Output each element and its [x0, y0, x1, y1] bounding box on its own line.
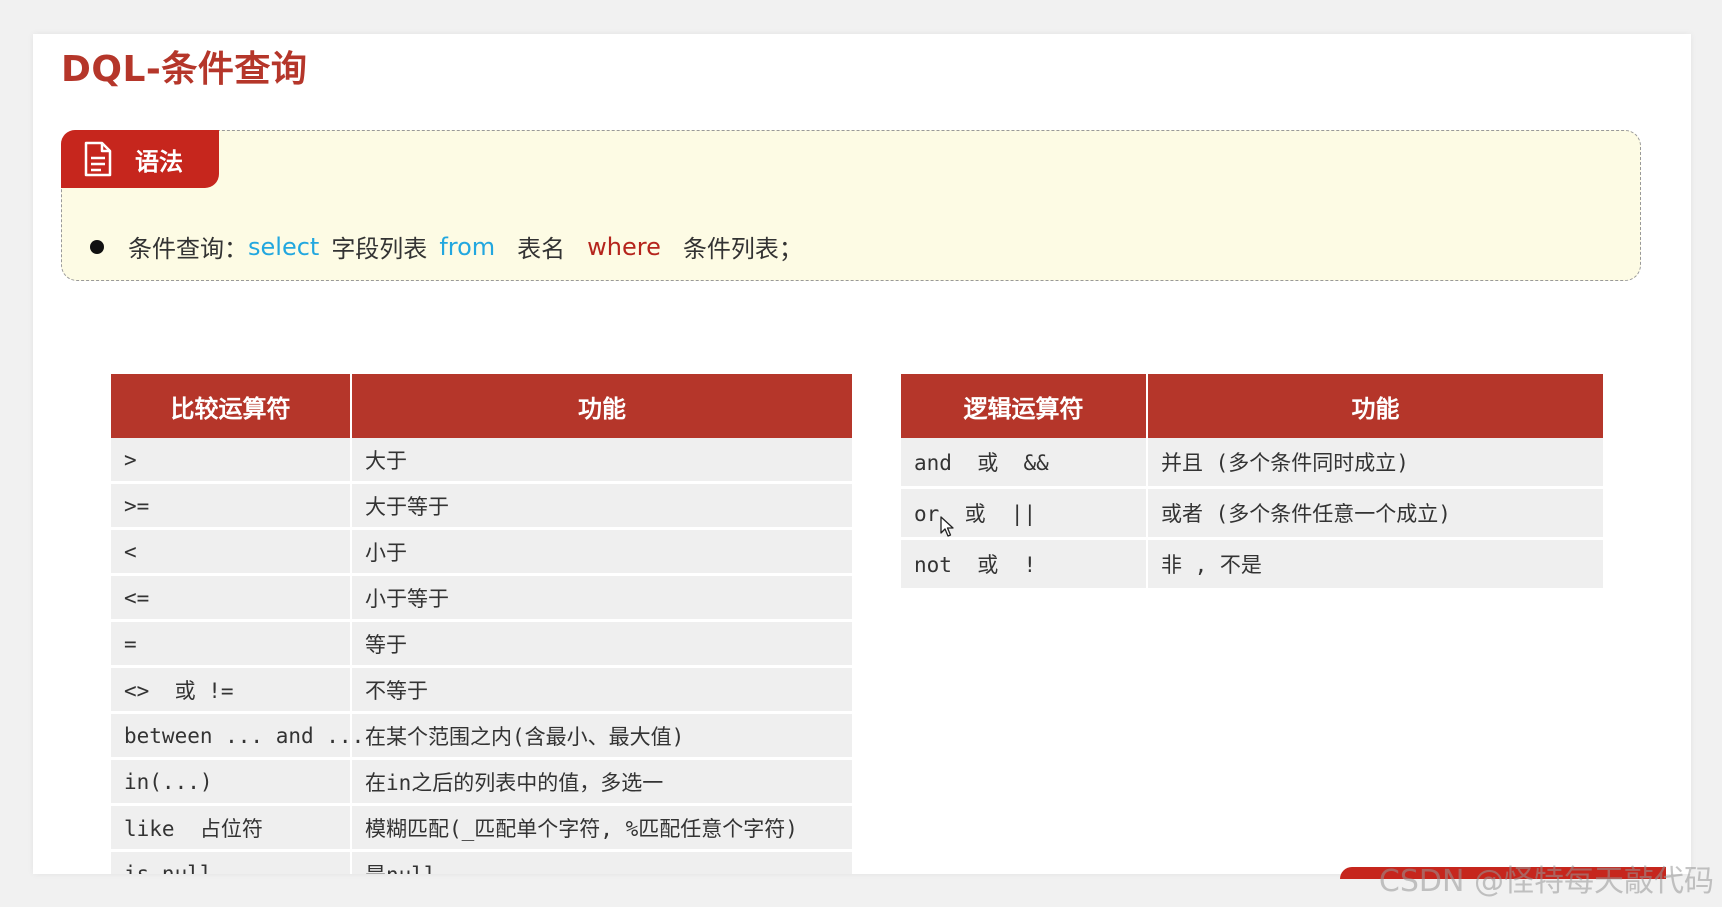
header-logical-operator: 逻辑运算符 [901, 374, 1148, 438]
function-cell: 不等于 [351, 666, 852, 714]
comparison-operators-table: 比较运算符 功能 > 大于 >= 大于等于 < 小于 <= 小于等于 = 等于 <> 或 … [111, 374, 852, 874]
keyword-where: where [587, 232, 661, 261]
table-row: or 或 || 或者 (多个条件任意一个成立) [901, 487, 1603, 540]
table-row: like 占位符 模糊匹配(_匹配单个字符, %匹配任意个字符) [111, 804, 852, 852]
table-header-row: 比较运算符 功能 [111, 374, 852, 438]
function-cell: 并且 (多个条件同时成立) [1147, 438, 1603, 489]
table-row: < 小于 [111, 528, 852, 576]
slide: DQL-条件查询 语法 条件查询： select 字段列表 from 表名 wh… [33, 34, 1691, 874]
function-cell: 等于 [351, 620, 852, 668]
operator-cell: < [111, 528, 352, 576]
operator-cell: or 或 || [901, 487, 1148, 540]
table-row: between ... and ... 在某个范围之内(含最小、最大值) [111, 712, 852, 760]
operator-cell: <= [111, 574, 352, 622]
document-icon [84, 141, 112, 177]
function-cell: 大于等于 [351, 482, 852, 530]
header-function: 功能 [351, 374, 852, 438]
syntax-conditions: 条件列表； [682, 235, 803, 263]
function-cell: 在某个范围之内(含最小、最大值) [351, 712, 852, 760]
syntax-tag-label: 语法 [135, 147, 183, 176]
function-cell: 小于 [351, 528, 852, 576]
function-cell: 在in之后的列表中的值，多选一 [351, 758, 852, 806]
operator-cell: > [111, 438, 352, 484]
table-row: <= 小于等于 [111, 574, 852, 622]
operator-cell: not 或 ! [901, 538, 1148, 591]
table-row: >= 大于等于 [111, 482, 852, 530]
header-function: 功能 [1147, 374, 1603, 438]
syntax-prefix: 条件查询： [128, 235, 248, 263]
syntax-tag: 语法 [61, 130, 219, 188]
syntax-line: 条件查询： select 字段列表 from 表名 where 条件列表； [90, 229, 803, 264]
operator-cell: is null [111, 850, 352, 874]
page-title: DQL-条件查询 [61, 49, 308, 90]
keyword-from: from [439, 232, 496, 261]
table-row: = 等于 [111, 620, 852, 668]
header-comparison-operator: 比较运算符 [111, 374, 352, 438]
function-cell: 小于等于 [351, 574, 852, 622]
table-row: not 或 ! 非 , 不是 [901, 538, 1603, 591]
table-row: <> 或 != 不等于 [111, 666, 852, 714]
operator-cell: and 或 && [901, 438, 1148, 489]
table-row: in(...) 在in之后的列表中的值，多选一 [111, 758, 852, 806]
function-cell: 是null [351, 850, 852, 874]
function-cell: 非 , 不是 [1147, 538, 1603, 591]
syntax-fields: 字段列表 [331, 235, 428, 263]
function-cell: 模糊匹配(_匹配单个字符, %匹配任意个字符) [351, 804, 852, 852]
table-header-row: 逻辑运算符 功能 [901, 374, 1603, 438]
watermark: CSDN @怪特每天敲代码 [1378, 864, 1714, 899]
table-row: is null是null [111, 850, 852, 874]
table-row: > 大于 [111, 438, 852, 484]
operator-cell: between ... and ... [111, 712, 364, 760]
function-cell: 或者 (多个条件任意一个成立) [1147, 487, 1603, 540]
logical-operators-table: 逻辑运算符 功能 and 或 && 并且 (多个条件同时成立) or 或 || 或者… [901, 374, 1603, 591]
function-cell: 大于 [351, 438, 852, 484]
operator-cell: = [111, 620, 352, 668]
bullet-icon [90, 239, 104, 254]
operator-cell: in(...) [111, 758, 352, 806]
keyword-select: select [248, 232, 320, 261]
syntax-table-name: 表名 [517, 235, 566, 263]
operator-cell: >= [111, 482, 352, 530]
operator-cell: like 占位符 [111, 804, 352, 852]
mouse-cursor-icon [940, 516, 954, 537]
table-row: and 或 && 并且 (多个条件同时成立) [901, 438, 1603, 489]
operator-cell: <> 或 != [111, 666, 352, 714]
